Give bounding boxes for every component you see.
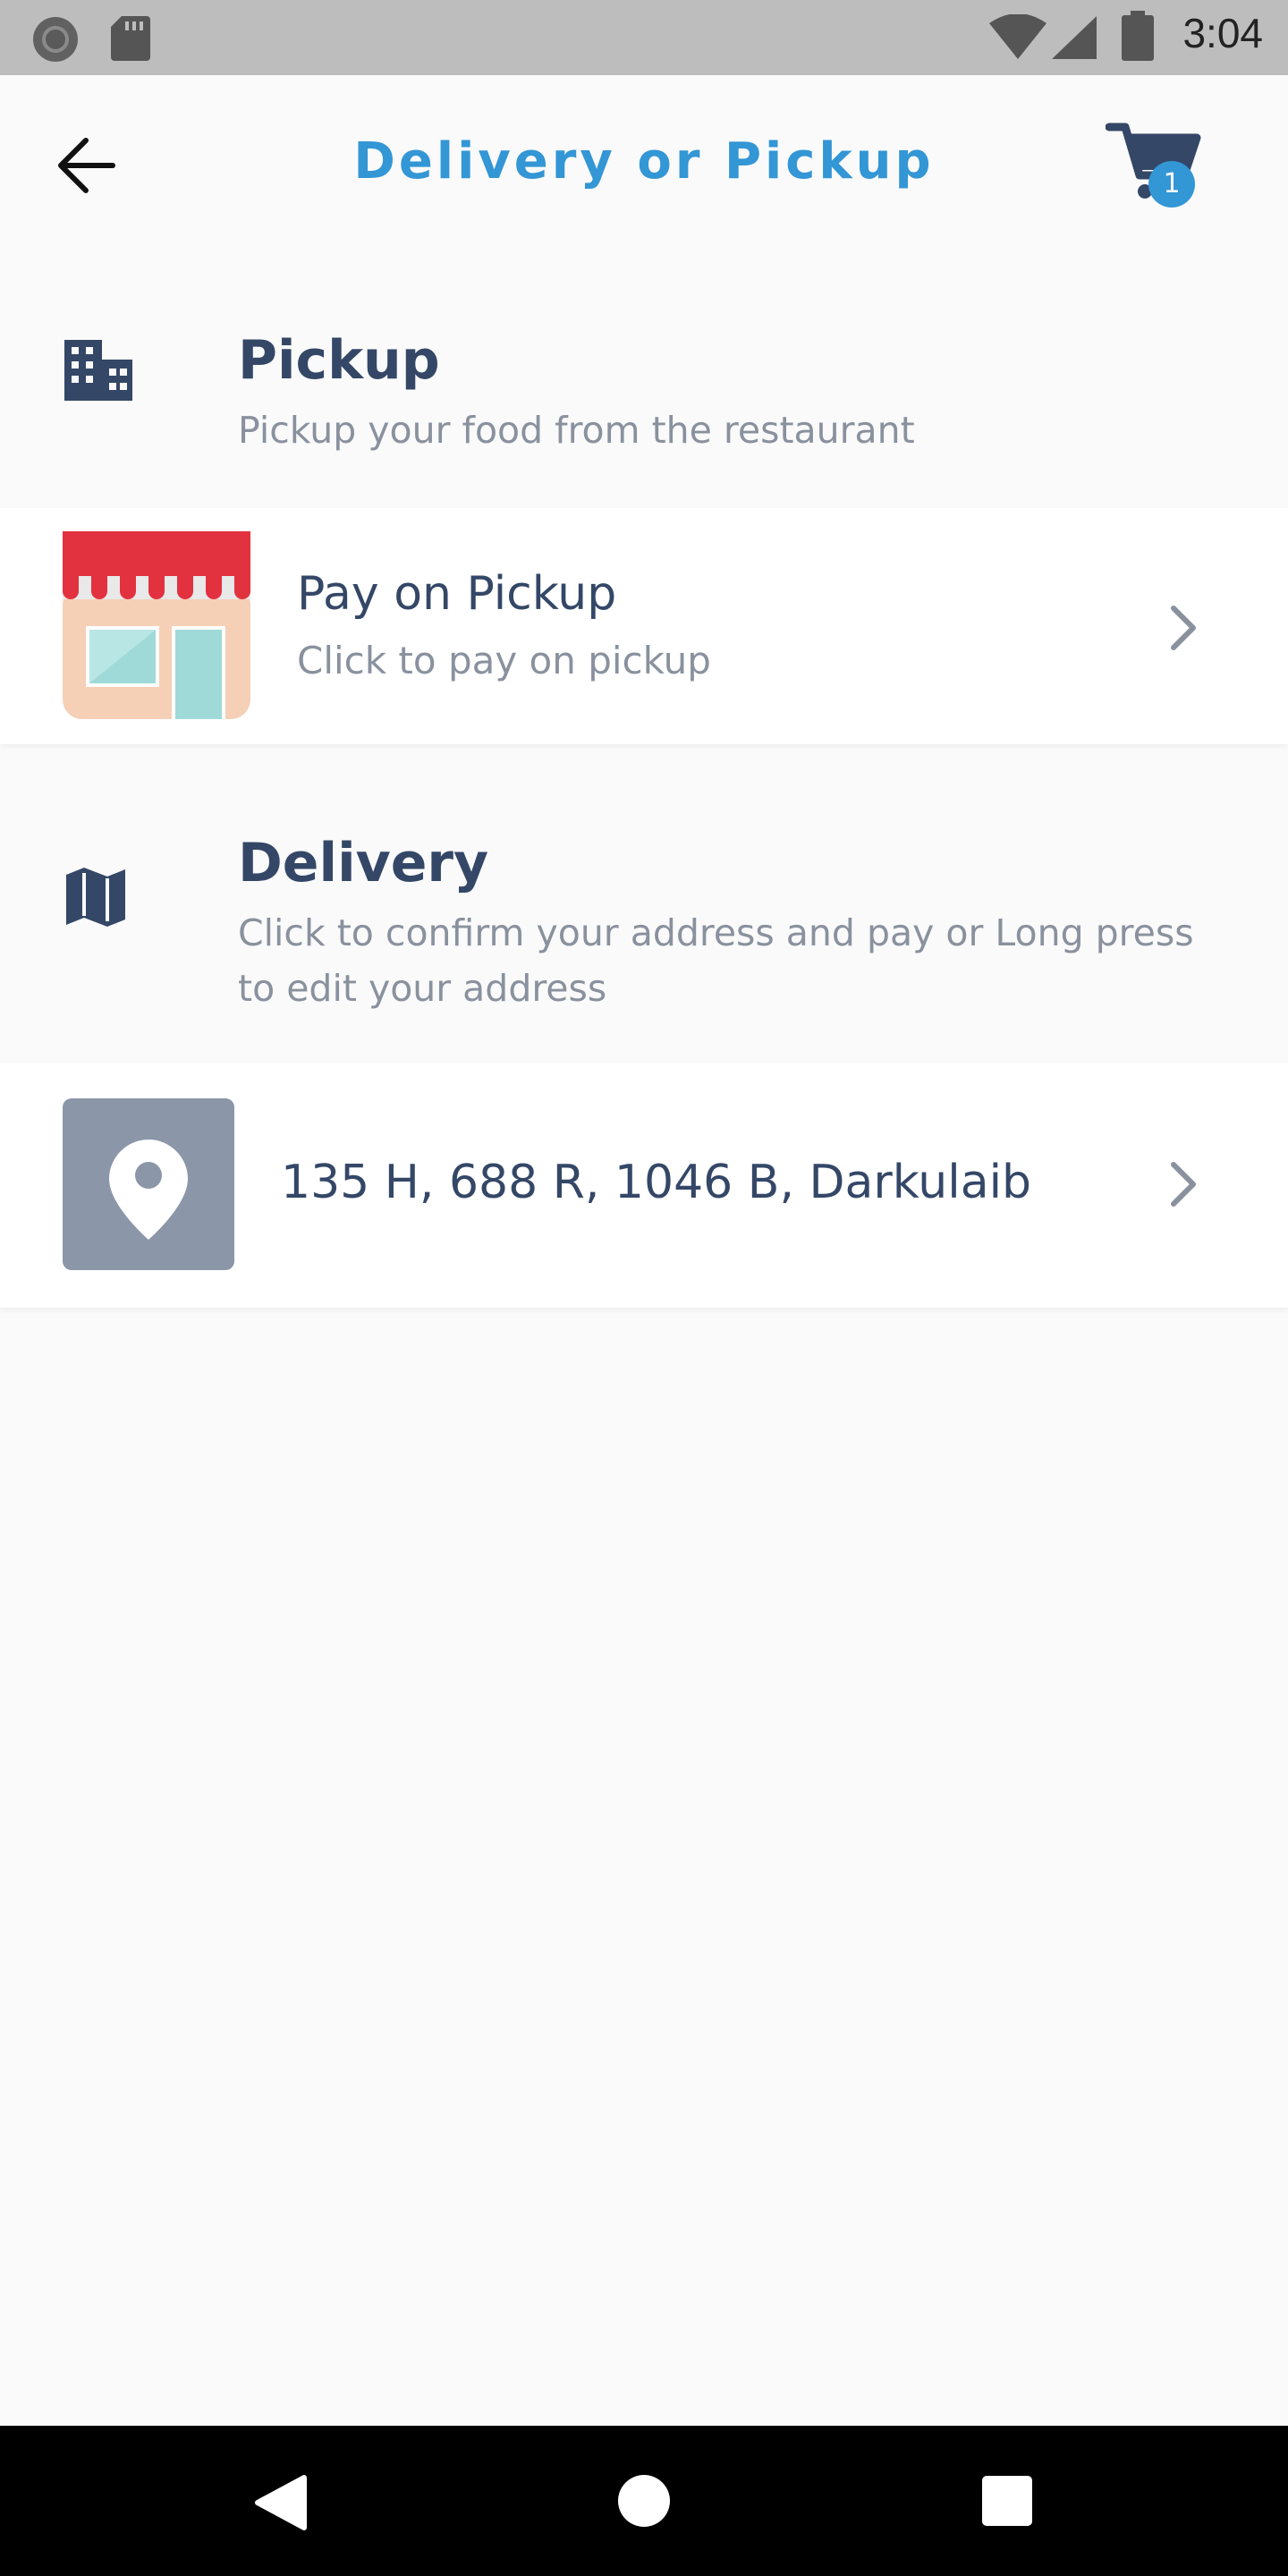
location-pin-icon bbox=[109, 1140, 188, 1240]
pay-on-pickup-subtitle: Click to pay on pickup bbox=[297, 639, 711, 682]
building-icon bbox=[64, 340, 132, 401]
sd-card-icon bbox=[111, 16, 150, 61]
map-icon bbox=[66, 868, 125, 927]
address-text: 135 H, 688 R, 1046 B, Darkulaib bbox=[281, 1156, 1032, 1209]
delivery-section-header: Delivery Click to confirm your address a… bbox=[0, 805, 1288, 1038]
nav-recents-icon[interactable] bbox=[982, 2476, 1032, 2526]
chevron-right-icon bbox=[1171, 606, 1196, 650]
navigation-bar bbox=[0, 2426, 1288, 2576]
status-time: 3:04 bbox=[1182, 10, 1263, 56]
pay-on-pickup-card[interactable]: Pay on Pickup Click to pay on pickup bbox=[0, 508, 1288, 744]
cart-count-badge: 1 bbox=[1148, 161, 1195, 208]
address-card[interactable]: 135 H, 688 R, 1046 B, Darkulaib bbox=[0, 1063, 1288, 1308]
storefront-icon bbox=[63, 531, 250, 719]
pickup-section-header: Pickup Pickup your food from the restaur… bbox=[0, 304, 1288, 483]
battery-icon bbox=[1122, 11, 1154, 61]
app-bar: Delivery or Pickup 1 bbox=[0, 75, 1288, 254]
delivery-title: Delivery bbox=[238, 832, 489, 894]
location-thumbnail bbox=[63, 1098, 234, 1270]
pay-on-pickup-title: Pay on Pickup bbox=[297, 567, 617, 621]
chevron-right-icon bbox=[1171, 1162, 1196, 1207]
status-bar: 3:04 bbox=[0, 0, 1288, 75]
pickup-subtitle: Pickup your food from the restaurant bbox=[238, 409, 915, 452]
wifi-icon bbox=[989, 14, 1046, 59]
cell-signal-icon bbox=[1052, 16, 1097, 59]
nav-home-icon[interactable] bbox=[617, 2474, 671, 2528]
page-title: Delivery or Pickup bbox=[353, 132, 935, 191]
pickup-title: Pickup bbox=[238, 329, 440, 392]
delivery-subtitle: Click to confirm your address and pay or… bbox=[238, 911, 1194, 1010]
nav-back-icon[interactable] bbox=[254, 2474, 308, 2531]
notification-record-icon bbox=[33, 17, 78, 62]
